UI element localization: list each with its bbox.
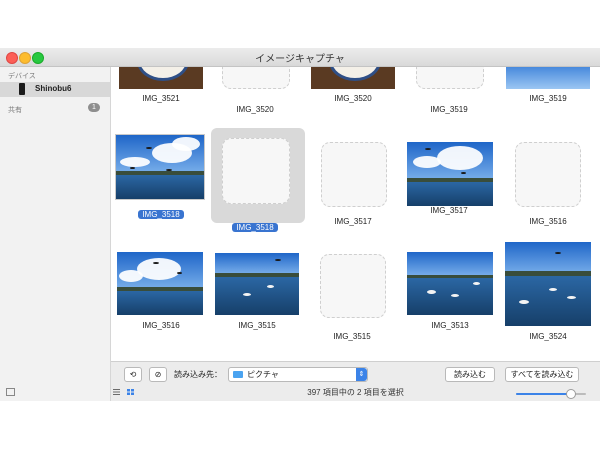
thumbnail-img-3524[interactable]	[505, 242, 591, 326]
thumbnail-placeholder[interactable]	[416, 67, 484, 89]
thumbnail-grid[interactable]: IMG_3521 IMG_3520 IMG_3520 IMG_3519 IMG_…	[111, 67, 600, 361]
thumbnail-img-3520[interactable]	[311, 67, 395, 89]
destination-select[interactable]: ピクチャ ⇕	[228, 367, 368, 382]
folder-icon	[233, 371, 243, 378]
thumbnail-label: IMG_3513	[431, 321, 469, 330]
import-to-label: 読み込み先：	[174, 370, 222, 379]
thumbnail-img-3516[interactable]	[117, 252, 203, 315]
device-name: Shinobu6	[35, 84, 72, 93]
thumbnail-label: IMG_3519	[430, 105, 468, 114]
thumbnail-label: IMG_3520	[236, 105, 274, 114]
shared-section-label: 共有	[8, 107, 22, 114]
title-bar[interactable]: イメージキャプチャ	[0, 48, 600, 67]
import-button[interactable]: 読み込む	[445, 367, 495, 382]
thumbnail-placeholder[interactable]	[515, 142, 581, 207]
thumbnail-placeholder[interactable]	[222, 67, 290, 89]
sidebar-item-device[interactable]: Shinobu6	[0, 82, 110, 97]
thumbnail-img-3517[interactable]	[407, 142, 493, 206]
selected-thumbnail-label: IMG_3518	[232, 223, 278, 232]
iphone-icon	[19, 83, 25, 95]
thumbnail-label: IMG_3517	[334, 217, 372, 226]
thumbnail-placeholder[interactable]	[222, 138, 290, 204]
sidebar: デバイス Shinobu6 共有 1	[0, 67, 111, 401]
slider-fill	[516, 393, 568, 395]
chevron-updown-icon: ⇕	[356, 368, 367, 381]
slider-knob[interactable]	[566, 389, 576, 399]
thumbnail-placeholder[interactable]	[321, 142, 387, 207]
thumbnail-label: IMG_3520	[334, 94, 372, 103]
window-title: イメージキャプチャ	[255, 54, 345, 65]
shared-count-badge: 1	[88, 103, 100, 112]
sidebar-toggle-icon[interactable]	[6, 388, 15, 396]
thumbnail-img-3519[interactable]	[506, 67, 590, 89]
bottom-toolbar: ⟲ ⊘ 読み込み先： ピクチャ ⇕ 読み込む すべてを読み込む 397 項目中の…	[111, 361, 600, 401]
thumbnail-img-3515[interactable]	[215, 253, 299, 315]
thumbnail-img-3518[interactable]	[115, 134, 205, 200]
thumbnail-label: IMG_3521	[142, 94, 180, 103]
thumbnail-label: IMG_3519	[529, 94, 567, 103]
thumbnail-img-3521[interactable]	[119, 67, 203, 89]
import-all-button[interactable]: すべてを読み込む	[505, 367, 579, 382]
thumbnail-label: IMG_3515	[238, 321, 276, 330]
thumbnail-label: IMG_3524	[529, 332, 567, 341]
rotate-left-button[interactable]: ⟲	[124, 367, 142, 382]
thumbnail-label: IMG_3517	[430, 206, 468, 215]
thumbnail-placeholder[interactable]	[320, 254, 386, 318]
devices-section-label: デバイス	[8, 73, 36, 80]
image-capture-window: イメージキャプチャ デバイス Shinobu6 共有 1 IMG_3521 IM…	[0, 48, 600, 401]
selected-thumbnail-label: IMG_3518	[138, 210, 184, 219]
thumbnail-label: IMG_3516	[142, 321, 180, 330]
thumbnail-img-3513[interactable]	[407, 252, 493, 315]
destination-value: ピクチャ	[247, 370, 279, 379]
thumbnail-label: IMG_3516	[529, 217, 567, 226]
thumbnail-label: IMG_3515	[333, 332, 371, 341]
delete-button[interactable]: ⊘	[149, 367, 167, 382]
